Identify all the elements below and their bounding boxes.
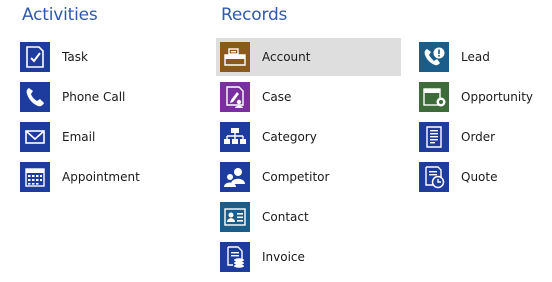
- record-label-invoice: Invoice: [262, 250, 305, 264]
- record-item-case[interactable]: Case: [216, 78, 291, 116]
- phone-icon: [26, 88, 44, 107]
- record-item-order[interactable]: Order: [419, 118, 495, 156]
- order-tile: [419, 122, 449, 152]
- activities-heading: Activities: [22, 5, 98, 25]
- record-label-category: Category: [262, 130, 317, 144]
- activity-item-phone-call[interactable]: Phone Call: [20, 78, 125, 116]
- record-label-account: Account: [262, 50, 311, 64]
- record-item-contact[interactable]: Contact: [216, 198, 309, 236]
- record-label-case: Case: [262, 90, 292, 104]
- case-icon: [226, 86, 244, 108]
- activity-item-task[interactable]: Task: [20, 38, 88, 76]
- activity-label-task: Task: [62, 50, 88, 64]
- task-tile: [20, 42, 50, 72]
- category-tile: [220, 122, 250, 152]
- hierarchy-icon: [224, 128, 246, 144]
- order-document-icon: [426, 126, 442, 148]
- phone-call-tile: [20, 82, 50, 112]
- activity-item-appointment[interactable]: Appointment: [20, 158, 140, 196]
- invoice-icon: [227, 246, 244, 268]
- activity-label-appointment: Appointment: [62, 170, 140, 184]
- record-item-opportunity[interactable]: Opportunity: [419, 78, 533, 116]
- contact-tile: [220, 202, 250, 232]
- records-heading: Records: [221, 5, 288, 25]
- activity-item-email[interactable]: Email: [20, 118, 95, 156]
- competitor-people-icon: [224, 168, 245, 187]
- activity-label-email: Email: [62, 130, 96, 144]
- record-item-account[interactable]: Account: [216, 38, 401, 76]
- contact-card-icon: [224, 208, 246, 226]
- record-item-invoice[interactable]: Invoice: [216, 238, 305, 276]
- appointment-tile: [20, 162, 50, 192]
- account-tile: [220, 42, 250, 72]
- opportunity-tile: [419, 82, 449, 112]
- record-label-order: Order: [461, 130, 496, 144]
- invoice-tile: [220, 242, 250, 272]
- competitor-tile: [220, 162, 250, 192]
- task-checkbox-icon: [26, 46, 44, 68]
- record-label-opportunity: Opportunity: [461, 90, 534, 104]
- opportunity-icon: [423, 88, 446, 107]
- case-tile: [220, 82, 250, 112]
- account-folder-icon: [224, 48, 246, 66]
- email-tile: [20, 122, 50, 152]
- quote-tile: [419, 162, 449, 192]
- record-label-contact: Contact: [262, 210, 309, 224]
- record-item-category[interactable]: Category: [216, 118, 317, 156]
- quote-clock-icon: [425, 166, 445, 189]
- lead-tile: [419, 42, 449, 72]
- envelope-icon: [25, 130, 45, 144]
- lead-phone-icon: [424, 47, 445, 66]
- calendar-icon: [25, 168, 45, 187]
- record-label-lead: Lead: [461, 50, 490, 64]
- record-item-lead[interactable]: Lead: [419, 38, 490, 76]
- record-label-quote: Quote: [461, 170, 498, 184]
- record-item-competitor[interactable]: Competitor: [216, 158, 329, 196]
- record-item-quote[interactable]: Quote: [419, 158, 497, 196]
- record-label-competitor: Competitor: [262, 170, 330, 184]
- activity-label-phone-call: Phone Call: [62, 90, 126, 104]
